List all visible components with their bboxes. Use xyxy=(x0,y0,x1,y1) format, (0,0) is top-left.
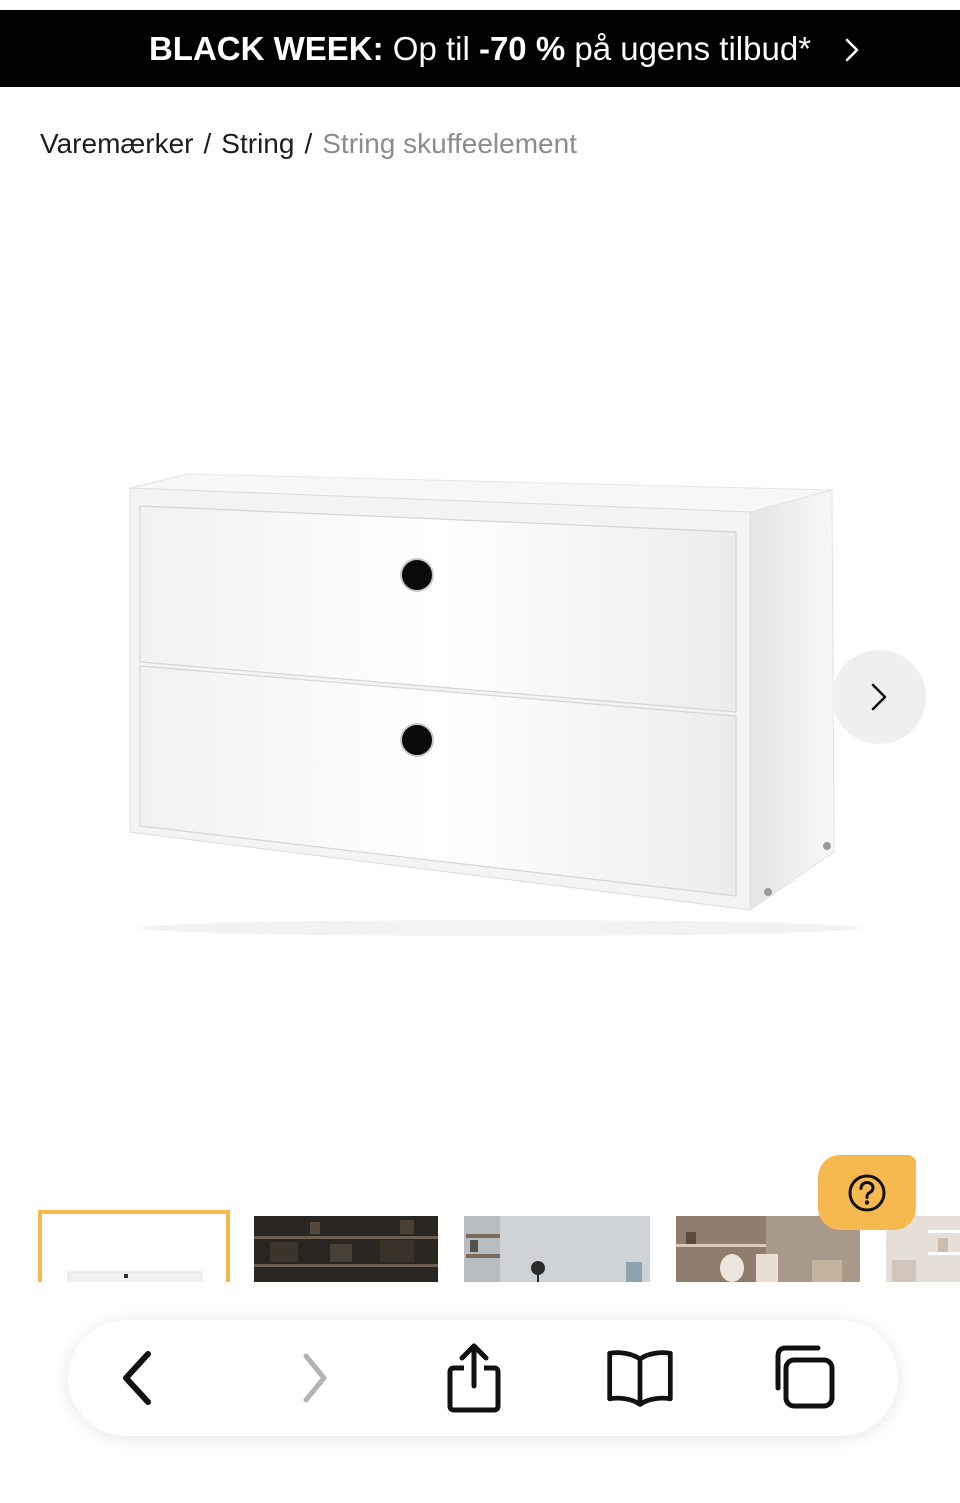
thumbnail-1[interactable] xyxy=(38,1210,230,1282)
forward-button[interactable] xyxy=(276,1342,348,1414)
bookmarks-icon xyxy=(607,1350,673,1407)
promo-banner[interactable]: BLACK WEEK: Op til -70 % på ugens tilbud… xyxy=(0,10,960,87)
promo-discount: -70 % xyxy=(478,29,566,67)
breadcrumb-current: String skuffeelement xyxy=(322,128,577,159)
share-button[interactable] xyxy=(438,1342,510,1414)
thumbnail-image xyxy=(42,1214,226,1282)
thumbnail-image xyxy=(250,1210,442,1282)
promo-text-before: Op til xyxy=(383,29,479,67)
bookmarks-button[interactable] xyxy=(604,1342,676,1414)
back-button[interactable] xyxy=(104,1342,176,1414)
promo-text: BLACK WEEK: Op til -70 % på ugens tilbud… xyxy=(149,30,811,68)
tabs-icon xyxy=(775,1345,835,1409)
status-strip xyxy=(0,0,960,10)
share-icon xyxy=(447,1343,501,1413)
breadcrumb-separator: / xyxy=(203,128,212,159)
carousel-next-button[interactable] xyxy=(832,650,926,744)
chevron-right-icon xyxy=(871,683,887,711)
browser-toolbar xyxy=(68,1320,898,1436)
breadcrumb: Varemærker / String / String skuffeeleme… xyxy=(40,128,577,160)
question-circle-icon xyxy=(848,1174,886,1211)
thumbnail-3[interactable] xyxy=(460,1210,654,1282)
back-icon xyxy=(123,1351,151,1405)
thumbnail-strip xyxy=(0,1208,960,1282)
tabs-button[interactable] xyxy=(768,1342,840,1414)
thumbnail-image xyxy=(460,1210,654,1282)
chevron-right-icon[interactable] xyxy=(838,36,866,64)
help-button[interactable] xyxy=(818,1155,916,1230)
promo-label: BLACK WEEK: xyxy=(148,29,384,67)
forward-icon xyxy=(303,1353,327,1403)
breadcrumb-separator: / xyxy=(304,128,313,159)
promo-text-after: på ugens tilbud* xyxy=(565,29,812,67)
product-image[interactable] xyxy=(100,440,860,960)
thumbnail-2[interactable] xyxy=(250,1210,442,1282)
breadcrumb-string[interactable]: String xyxy=(221,128,294,160)
breadcrumb-brands[interactable]: Varemærker xyxy=(40,128,194,160)
